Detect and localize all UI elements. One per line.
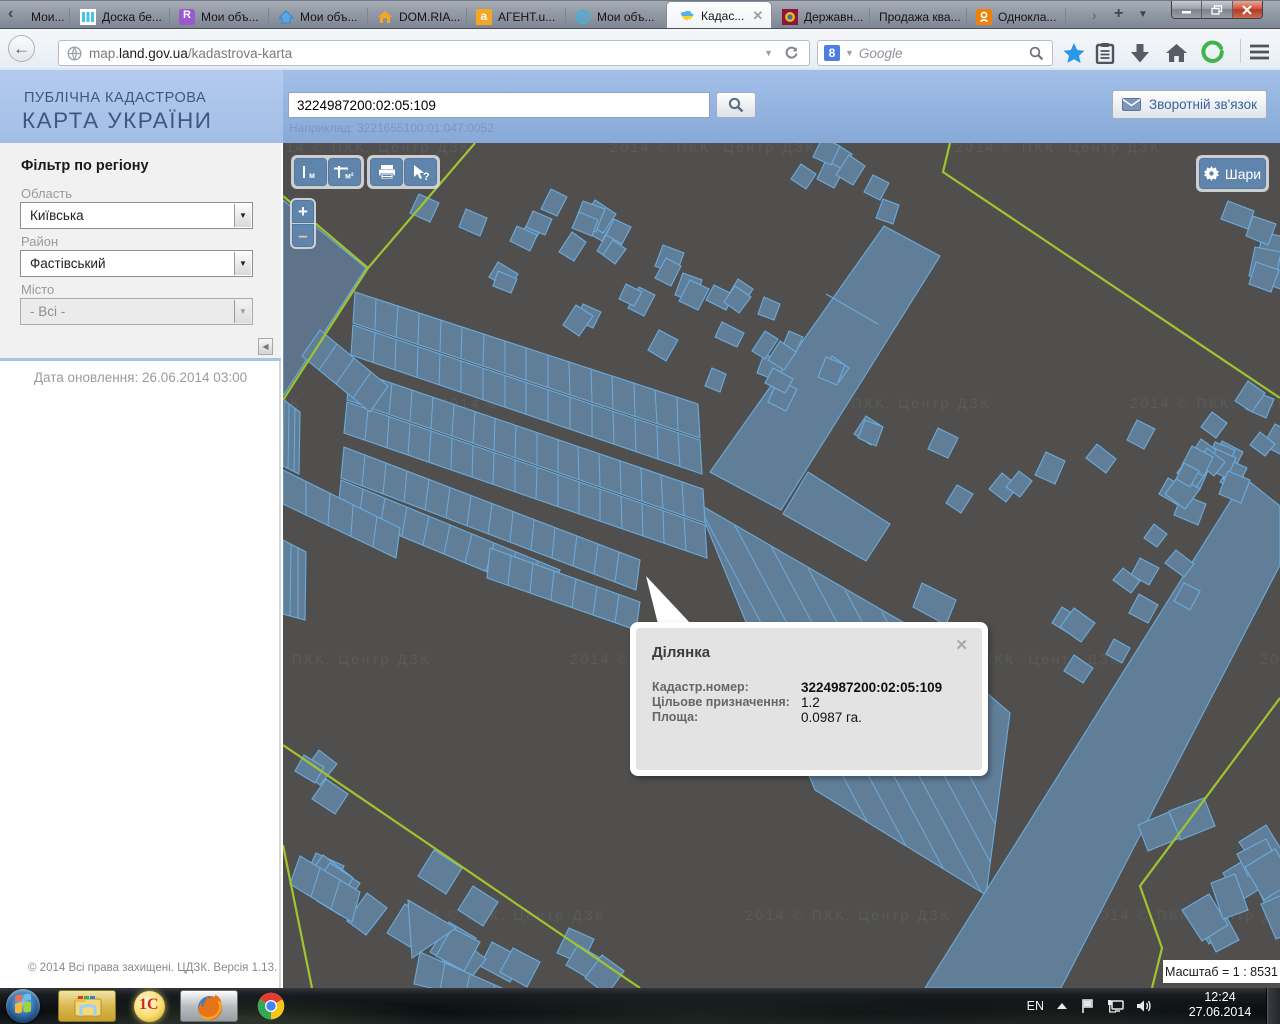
svg-text:м²: м² [345, 172, 354, 181]
svg-text:2014 © ПКК. Центр ДЗК: 2014 © ПКК. Центр ДЗК [1260, 651, 1280, 667]
svg-text:2014 © ПКК. Центр ДЗК: 2014 © ПКК. Центр ДЗК [610, 143, 816, 155]
svg-text:2014 © ПКК. Центр ДЗК: 2014 © ПКК. Центр ДЗК [955, 143, 1161, 155]
svg-text:?: ? [423, 171, 430, 181]
svg-text:2014 © ПКК. Центр ДЗК: 2014 © ПКК. Центр ДЗК [283, 143, 471, 155]
svg-text:2014 © ПКК. Центр ДЗК: 2014 © ПКК. Центр ДЗК [745, 907, 951, 923]
svg-text:2014 © ПКК. Центр ДЗК: 2014 © ПКК. Центр ДЗК [283, 651, 431, 667]
svg-text:м: м [309, 171, 315, 180]
